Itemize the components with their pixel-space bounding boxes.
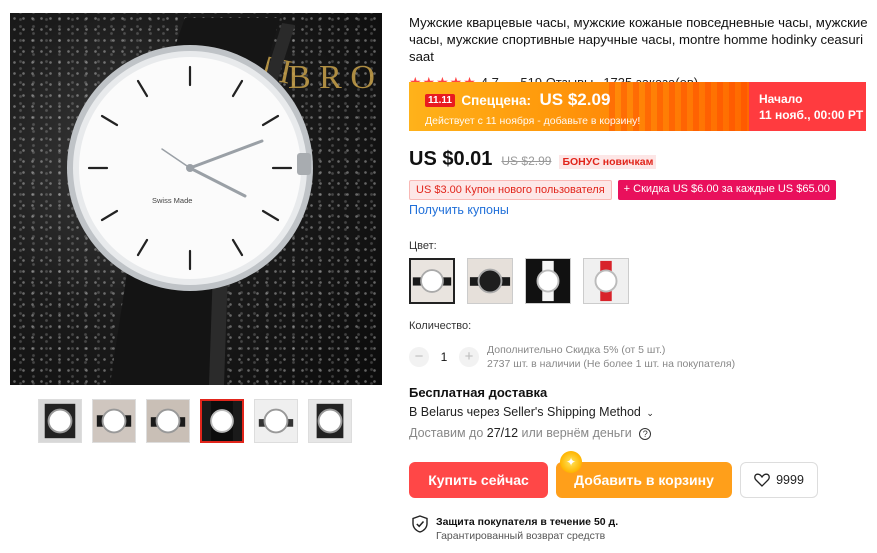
- quantity-stepper: − 1 + Дополнительно Скидка 5% (от 5 шт.)…: [409, 343, 735, 371]
- thumbnail-1[interactable]: [38, 399, 82, 443]
- coupon-row: US $3.00 Купон нового пользователя + Ски…: [409, 180, 836, 200]
- old-price: US $2.99: [501, 154, 552, 168]
- product-info: Мужские кварцевые часы, мужские кожаные …: [409, 14, 869, 91]
- sparkle-icon: ✦: [560, 451, 582, 473]
- delivery-date-prefix: Доставим до: [409, 426, 484, 440]
- bulk-discount-text: Дополнительно Скидка 5% (от 5 шт.): [487, 344, 666, 356]
- delivery-date: Доставим до 27/12 или вернём деньги ?: [409, 426, 652, 440]
- svg-text:B R O: B R O: [288, 59, 375, 96]
- quantity-value[interactable]: 1: [429, 350, 459, 364]
- stock-text: 2737 шт. в наличии (Не более 1 шт. на по…: [487, 358, 736, 370]
- promo-start: Начало 11 нояб., 00:00 PT: [749, 82, 866, 131]
- store-discount-coupon[interactable]: + Скидка US $6.00 за каждые US $65.00: [617, 180, 836, 200]
- promo-badge: 11.11: [425, 93, 455, 107]
- main-product-image[interactable]: C H I B R O: [10, 13, 382, 385]
- get-coupons-link[interactable]: Получить купоны: [409, 203, 509, 217]
- svg-text:Swiss Made: Swiss Made: [152, 196, 192, 205]
- shipping-title: Бесплатная доставка: [409, 385, 548, 400]
- swatch-white-dial-black-strap[interactable]: [409, 258, 455, 304]
- current-price: US $0.01: [409, 148, 493, 170]
- thumbnail-6[interactable]: [308, 399, 352, 443]
- watch-illustration: C H I B R O: [67, 18, 375, 385]
- swatch-white-dial-white-strap[interactable]: [525, 258, 571, 304]
- protection-subtitle: Гарантированный возврат средств: [436, 530, 606, 542]
- thumbnail-5[interactable]: [254, 399, 298, 443]
- thumbnail-strip: [38, 399, 352, 443]
- heart-icon: [754, 473, 770, 487]
- swatch-black-dial-black-strap[interactable]: [467, 258, 513, 304]
- thumbnail-3[interactable]: [146, 399, 190, 443]
- thumbnail-4-selected[interactable]: [200, 399, 244, 443]
- wishlist-count: 9999: [776, 473, 804, 487]
- help-icon[interactable]: ?: [639, 427, 652, 440]
- promo-start-label: Начало: [759, 92, 803, 106]
- protection-title: Защита покупателя в течение 50 д.: [436, 516, 619, 528]
- shield-check-icon: [412, 515, 428, 533]
- quantity-decrease-button[interactable]: −: [409, 347, 429, 367]
- price-row: US $0.01 US $2.99 БОНУС новичкам: [409, 148, 657, 171]
- swatch-white-dial-red-strap[interactable]: [583, 258, 629, 304]
- quantity-info: Дополнительно Скидка 5% (от 5 шт.) 2737 …: [487, 343, 735, 371]
- promo-price: US $2.09: [539, 90, 611, 109]
- promo-note: Действует с 11 ноября - добавьте в корзи…: [425, 115, 641, 127]
- protection-text: Защита покупателя в течение 50 д. Гарант…: [436, 515, 618, 543]
- product-page: C H I B R O: [0, 0, 877, 553]
- shipping-method-text[interactable]: В Belarus через Seller's Shipping Method: [409, 405, 641, 419]
- thumbnail-2[interactable]: [92, 399, 136, 443]
- promo-banner: 11.11 Спеццена: US $2.09 Действует с 11 …: [409, 82, 866, 131]
- product-title: Мужские кварцевые часы, мужские кожаные …: [409, 15, 868, 64]
- buy-now-button[interactable]: Купить сейчас: [409, 462, 548, 498]
- shipping-method[interactable]: В Belarus через Seller's Shipping Method…: [409, 405, 654, 419]
- promo-left: 11.11 Спеццена: US $2.09 Действует с 11 …: [409, 82, 749, 131]
- new-user-coupon[interactable]: US $3.00 Купон нового пользователя: [409, 180, 612, 200]
- delivery-date-suffix: или вернём деньги: [521, 426, 632, 440]
- buyer-protection: Защита покупателя в течение 50 д. Гарант…: [412, 515, 618, 543]
- quantity-label: Количество:: [409, 320, 472, 332]
- promo-start-time: 11 нояб., 00:00 PT: [759, 108, 864, 122]
- color-label: Цвет:: [409, 240, 437, 252]
- color-swatches: [409, 258, 629, 304]
- add-to-cart-button[interactable]: Добавить в корзину: [556, 462, 732, 498]
- promo-label: Спеццена:: [461, 92, 532, 108]
- newbie-bonus-badge: БОНУС новичкам: [559, 155, 657, 169]
- wishlist-button[interactable]: 9999: [740, 462, 818, 498]
- quantity-increase-button[interactable]: +: [459, 347, 479, 367]
- chevron-down-icon[interactable]: ⌄: [646, 408, 654, 418]
- delivery-date-value: 27/12: [486, 426, 519, 440]
